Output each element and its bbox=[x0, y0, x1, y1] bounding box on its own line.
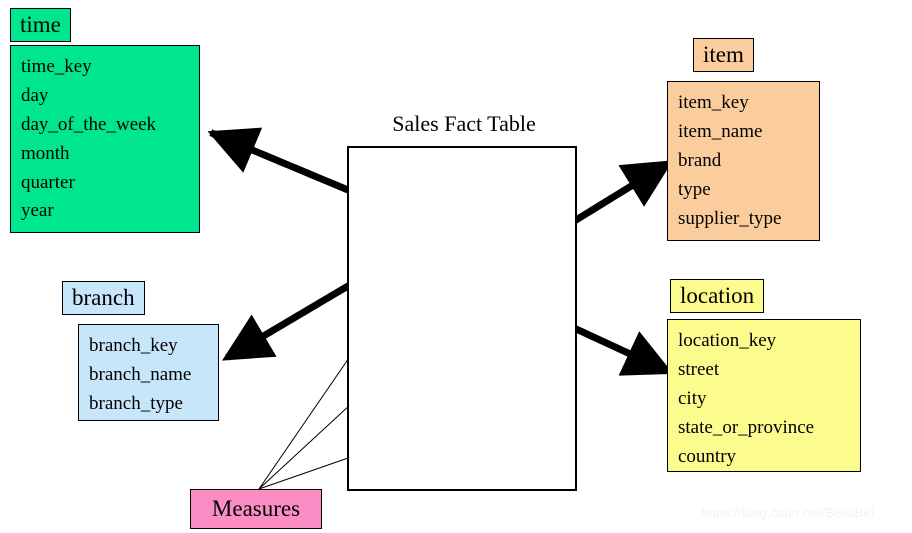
field-item-key: item_key bbox=[678, 92, 749, 113]
connector-fact-to-branch bbox=[221, 281, 353, 362]
field-day: day bbox=[21, 84, 49, 106]
field-time-key: time_key bbox=[21, 56, 92, 77]
dimension-time-field-list: time_key day day_of_the_week month quart… bbox=[11, 46, 199, 226]
dimension-item-field-list: item_key item_name brand type supplier_t… bbox=[668, 82, 819, 233]
connector-fact-to-item bbox=[558, 159, 673, 233]
field-branch-type: branch_type bbox=[89, 392, 183, 414]
fact-table-title: Sales Fact Table bbox=[392, 111, 536, 136]
dimension-time-body: time_key day day_of_the_week month quart… bbox=[10, 45, 200, 233]
dimension-item-header: item bbox=[693, 38, 754, 72]
field-street: street bbox=[678, 358, 720, 380]
connector-measures-to-dollars-sold bbox=[258, 403, 352, 490]
dimension-location-header: location bbox=[670, 279, 765, 313]
field-month: month bbox=[21, 142, 70, 164]
connector-measures-to-avg-sales bbox=[258, 456, 352, 490]
field-state-or-province: state_or_province bbox=[678, 416, 815, 438]
field-location-key: location_key bbox=[678, 330, 777, 351]
dimension-location-field-list: location_key street city state_or_provin… bbox=[668, 320, 860, 471]
measures-box: Measures bbox=[190, 489, 322, 529]
dimension-branch-body: branch_key branch_name branch_type bbox=[78, 324, 219, 421]
field-brand: brand bbox=[678, 149, 722, 171]
dimension-location-body: location_key street city state_or_provin… bbox=[667, 319, 861, 472]
connector-measures-to-units-sold bbox=[258, 354, 352, 490]
field-city: city bbox=[678, 387, 707, 409]
watermark-text: https://blog.csdn.net/BeiisBei bbox=[701, 505, 874, 520]
field-day-of-the-week: day_of_the_week bbox=[21, 113, 157, 135]
connector-fact-to-time bbox=[207, 127, 353, 195]
fact-table bbox=[347, 146, 577, 491]
field-branch-name: branch_name bbox=[89, 363, 192, 385]
dimension-branch-field-list: branch_key branch_name branch_type bbox=[79, 325, 218, 419]
dimension-item-body: item_key item_name brand type supplier_t… bbox=[667, 81, 820, 241]
dimension-time-header: time bbox=[10, 8, 71, 42]
field-branch-key: branch_key bbox=[89, 335, 178, 356]
field-type: type bbox=[678, 178, 711, 200]
field-supplier-type: supplier_type bbox=[678, 207, 782, 229]
dimension-branch-header: branch bbox=[62, 281, 145, 315]
star-schema-diagram: time time_key day day_of_the_week month … bbox=[0, 0, 912, 533]
field-year: year bbox=[21, 200, 54, 222]
field-quarter: quarter bbox=[21, 171, 75, 193]
field-country: country bbox=[678, 445, 737, 467]
field-item-name: item_name bbox=[678, 120, 763, 142]
